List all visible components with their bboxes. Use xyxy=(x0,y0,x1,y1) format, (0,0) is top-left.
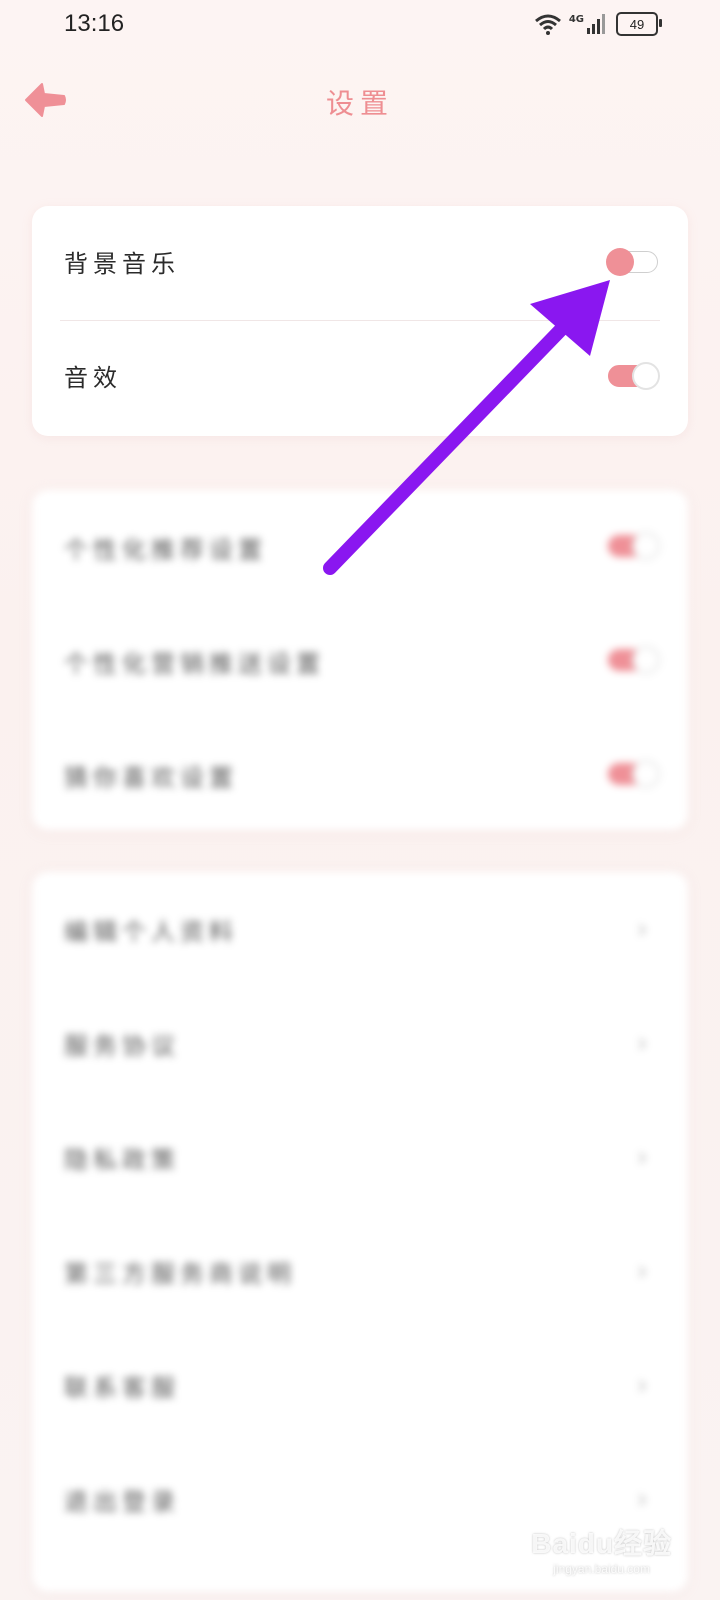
privacy-settings-card: 个性化推荐设置 个性化营销推送设置 猜你喜欢设置 xyxy=(32,490,688,830)
setting-row-guess-you-like[interactable]: 猜你喜欢设置 xyxy=(32,718,688,832)
sound-effects-toggle[interactable] xyxy=(608,362,660,390)
status-time: 13:16 xyxy=(64,10,125,37)
sound-effects-label: 音效 xyxy=(64,364,122,392)
chevron-right-icon: › xyxy=(636,1026,648,1059)
list-item[interactable]: 隐私政策 › xyxy=(32,1100,688,1214)
personalized-recommendation-toggle[interactable] xyxy=(608,532,660,560)
toggle-knob xyxy=(606,248,634,276)
status-bar: 13:16 4G 49 xyxy=(0,0,720,56)
toggle-knob xyxy=(632,362,660,390)
account-links-card: 编辑个人资料 › 服务协议 › 隐私政策 › 第三方服务商说明 › 联系客服 ›… xyxy=(32,872,688,1592)
personalized-marketing-toggle[interactable] xyxy=(608,646,660,674)
status-icons: 4G 49 xyxy=(534,12,662,36)
background-music-label: 背景音乐 xyxy=(64,250,180,278)
list-item[interactable]: 编辑个人资料 › xyxy=(32,872,688,986)
service-agreement-label: 服务协议 xyxy=(64,1032,180,1060)
page-title: 设置 xyxy=(325,87,394,120)
chevron-right-icon: › xyxy=(636,1482,648,1515)
watermark-url: jingyan.baidu.com xyxy=(553,1562,650,1576)
page-header: 设置 xyxy=(0,70,720,130)
chevron-right-icon: › xyxy=(636,912,648,945)
list-item[interactable]: 第三方服务商说明 › xyxy=(32,1214,688,1328)
setting-row-sound-effects: 音效 xyxy=(32,320,688,434)
background-music-toggle[interactable] xyxy=(606,248,660,276)
watermark-logo: Baidu经验 xyxy=(531,1528,672,1559)
list-item[interactable]: 联系客服 › xyxy=(32,1328,688,1442)
personalized-recommendation-label: 个性化推荐设置 xyxy=(64,536,267,564)
guess-you-like-toggle[interactable] xyxy=(608,760,660,788)
personalized-marketing-label: 个性化营销推送设置 xyxy=(64,650,325,678)
wifi-icon xyxy=(534,14,561,35)
logout-label: 退出登录 xyxy=(64,1488,180,1516)
network-type-label: 4G xyxy=(568,14,584,25)
setting-row-background-music: 背景音乐 xyxy=(32,206,688,320)
battery-level: 49 xyxy=(629,16,645,32)
edit-profile-label: 编辑个人资料 xyxy=(64,918,238,946)
list-item[interactable]: 服务协议 › xyxy=(32,986,688,1100)
signal-icon xyxy=(587,14,605,34)
chevron-right-icon: › xyxy=(636,1140,648,1173)
privacy-policy-label: 隐私政策 xyxy=(64,1146,180,1174)
guess-you-like-label: 猜你喜欢设置 xyxy=(64,764,238,792)
watermark: Baidu经验 jingyan.baidu.com xyxy=(531,1522,672,1576)
chevron-right-icon: › xyxy=(636,1368,648,1401)
sound-settings-card: 背景音乐 音效 xyxy=(32,206,688,436)
setting-row-personalized-marketing[interactable]: 个性化营销推送设置 xyxy=(32,604,688,718)
chevron-right-icon: › xyxy=(636,1254,648,1287)
third-party-label: 第三方服务商说明 xyxy=(64,1260,296,1288)
contact-support-label: 联系客服 xyxy=(64,1374,180,1402)
battery-icon: 49 xyxy=(616,12,662,36)
setting-row-personalized-recommendation[interactable]: 个性化推荐设置 xyxy=(32,490,688,604)
